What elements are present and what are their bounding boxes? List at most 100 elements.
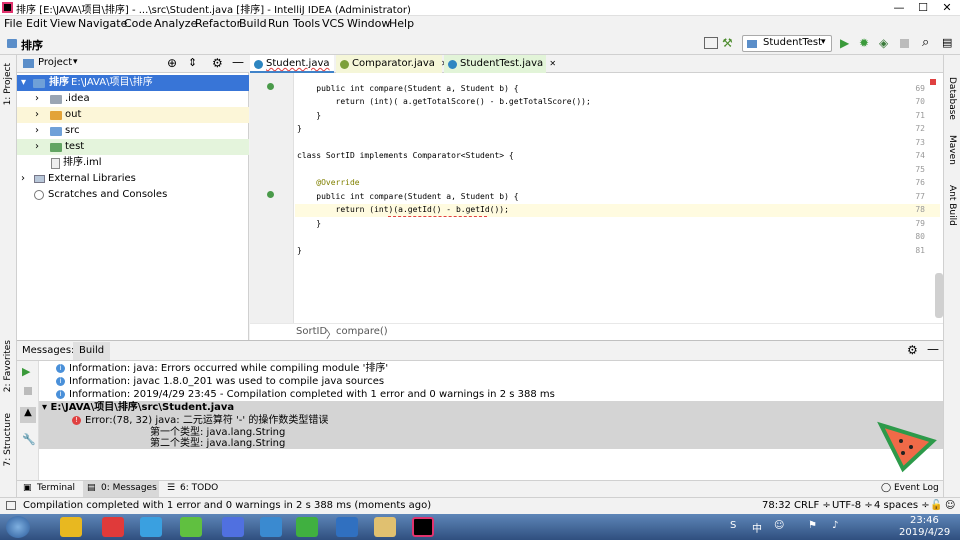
stop-icon[interactable]	[24, 387, 32, 395]
rerun-icon[interactable]: ▶	[22, 365, 30, 378]
tree-item-test[interactable]: › test	[17, 139, 249, 155]
taskbar-qq-icon[interactable]	[336, 517, 358, 537]
menu-help[interactable]: Help	[389, 17, 414, 30]
menu-tools[interactable]: Tools	[293, 17, 320, 30]
tree-item-scratches[interactable]: Scratches and Consoles	[17, 187, 249, 203]
status-toggle-icon[interactable]	[6, 501, 16, 510]
tree-item-idea[interactable]: › .idea	[17, 91, 249, 107]
taskbar-bird-icon[interactable]	[222, 517, 244, 537]
ant-build-tool-tab[interactable]: Ant Build	[947, 185, 957, 226]
menu-refactor[interactable]: Refactor	[195, 17, 241, 30]
info-icon: i	[56, 376, 65, 386]
status-text[interactable]: Compilation completed with 1 error and 0…	[23, 500, 431, 511]
coverage-icon[interactable]: ◈	[879, 36, 888, 50]
tab-messages[interactable]: 0: Messages	[101, 483, 157, 493]
taskbar-wechat-icon[interactable]	[296, 517, 318, 537]
layout-icon[interactable]: ▤	[942, 36, 952, 49]
menu-vcs[interactable]: VCS	[322, 17, 344, 30]
nav-project-name[interactable]: 排序	[21, 37, 43, 53]
taskbar-explorer-icon[interactable]	[374, 517, 396, 537]
menu-window[interactable]: Window	[347, 17, 390, 30]
collapse-all-icon[interactable]: ⇕	[188, 56, 197, 69]
inspector-icon[interactable]: ☺	[945, 500, 955, 511]
caret-position[interactable]: 78:32	[762, 500, 791, 511]
message-info-line[interactable]: i Information: 2019/4/29 23:45 - Compilat…	[56, 388, 555, 401]
close-icon[interactable]: ✕	[549, 59, 556, 68]
menu-build[interactable]: Build	[239, 17, 267, 30]
tab-todo[interactable]: 6: TODO	[180, 483, 218, 493]
message-info-line[interactable]: i Information: java: Errors occurred whil…	[56, 362, 388, 375]
error-stripe-marker[interactable]	[930, 79, 936, 85]
close-button[interactable]: ✕	[936, 0, 958, 16]
menu-view[interactable]: View	[50, 17, 76, 30]
breadcrumb-method[interactable]: compare()	[336, 326, 388, 337]
line-separator[interactable]: CRLF ÷	[794, 500, 831, 511]
lock-icon[interactable]: 🔓	[930, 500, 942, 511]
stop-icon[interactable]	[900, 39, 909, 48]
run-icon[interactable]: ▶	[840, 36, 849, 50]
tree-item-out[interactable]: › out	[17, 107, 249, 123]
indent-setting[interactable]: 4 spaces ÷	[874, 500, 930, 511]
tab-event-log[interactable]: Event Log	[894, 483, 939, 493]
structure-tool-tab[interactable]: 7: Structure	[3, 413, 13, 467]
tab-terminal[interactable]: Terminal	[37, 483, 75, 493]
tree-item-iml[interactable]: 排序.iml	[17, 155, 249, 171]
hide-panel-icon[interactable]: —	[232, 55, 244, 69]
menu-edit[interactable]: Edit	[26, 17, 47, 30]
menu-run[interactable]: Run	[268, 17, 289, 30]
menu-navigate[interactable]: Navigate	[78, 17, 127, 30]
taskbar-ie-icon[interactable]	[260, 517, 282, 537]
tab-studenttest-java[interactable]: StudentTest.java ✕	[444, 55, 556, 73]
tree-item-root[interactable]: ▾ 排序 E:\JAVA\项目\排序	[17, 75, 249, 91]
clock-time[interactable]: 23:46	[910, 515, 939, 526]
taskbar-intellij-icon[interactable]	[412, 517, 434, 537]
favorites-tool-tab[interactable]: 2: Favorites	[3, 340, 13, 392]
tab-student-java[interactable]: Student.java ✕	[250, 55, 342, 73]
tray-icon[interactable]: ☺	[774, 520, 784, 531]
debug-icon[interactable]: ✹	[859, 36, 869, 50]
minimize-button[interactable]: —	[888, 0, 910, 16]
taskbar-app-icon[interactable]	[60, 517, 82, 537]
menu-analyze[interactable]: Analyze	[154, 17, 197, 30]
error-file-line[interactable]: ▾ E:\JAVA\项目\排序\src\Student.java	[42, 401, 234, 414]
override-marker-icon[interactable]	[267, 83, 274, 90]
chevron-down-icon[interactable]: ▾	[73, 57, 78, 67]
taskbar-browser-icon[interactable]	[140, 517, 162, 537]
wrench-icon[interactable]: 🔧	[22, 433, 36, 446]
menu-code[interactable]: Code	[124, 17, 152, 30]
build-hammer-icon[interactable]: ⚒	[722, 36, 733, 50]
tray-network-icon[interactable]: ⚑	[808, 520, 817, 531]
maximize-button[interactable]: ☐	[912, 0, 934, 16]
override-marker-icon[interactable]	[267, 191, 274, 198]
hide-panel-icon[interactable]: —	[927, 342, 939, 356]
start-button[interactable]	[6, 516, 30, 538]
navigation-bar: 排序 ⚒ StudentTest ▾ ▶ ✹ ◈ ⌕ ▤	[0, 33, 960, 55]
gear-icon[interactable]: ⚙	[907, 343, 918, 357]
tab-build[interactable]: Build	[73, 342, 111, 360]
project-tool-tab[interactable]: 1: Project	[3, 63, 13, 105]
tab-comparator-java[interactable]: Comparator.java ✕	[336, 55, 448, 73]
breadcrumb-class[interactable]: SortID	[296, 326, 327, 337]
search-icon[interactable]: ⌕	[922, 35, 929, 50]
tree-item-src[interactable]: › src	[17, 123, 249, 139]
tree-item-external-libraries[interactable]: › External Libraries	[17, 171, 249, 187]
taskbar-music-icon[interactable]	[102, 517, 124, 537]
editor-scrollbar[interactable]	[935, 273, 943, 318]
menu-file[interactable]: File	[4, 17, 22, 30]
tray-volume-icon[interactable]: ♪	[832, 520, 838, 531]
tray-sogou-icon[interactable]: S	[730, 520, 736, 531]
run-config-select[interactable]: StudentTest ▾	[742, 35, 832, 52]
message-info-line[interactable]: i Information: javac 1.8.0_201 was used t…	[56, 375, 384, 388]
code-editor[interactable]: 69 public int compare(Student a, Student…	[250, 73, 943, 323]
clock-date[interactable]: 2019/4/29	[899, 527, 950, 538]
taskbar-video-icon[interactable]	[180, 517, 202, 537]
database-tool-tab[interactable]: Database	[947, 77, 957, 120]
hammer-frame-icon[interactable]	[704, 37, 718, 49]
locate-icon[interactable]: ⊕	[167, 56, 177, 70]
warning-filter-icon[interactable]: ▲	[20, 407, 36, 423]
gear-icon[interactable]: ⚙	[212, 56, 223, 70]
project-panel-title[interactable]: Project	[38, 57, 72, 68]
tray-ime-indicator[interactable]: 中	[752, 520, 762, 535]
file-encoding[interactable]: UTF-8 ÷	[832, 500, 873, 511]
maven-tool-tab[interactable]: Maven	[947, 135, 957, 165]
